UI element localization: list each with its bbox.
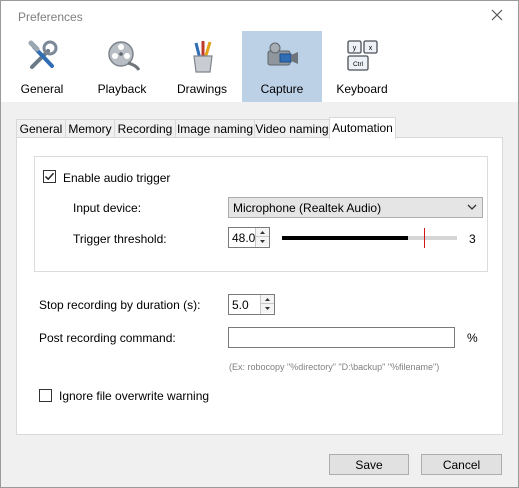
ignore-overwrite-label: Ignore file overwrite warning xyxy=(59,389,210,403)
stop-duration-label: Stop recording by duration (s): xyxy=(39,298,201,312)
film-reel-icon xyxy=(108,41,140,71)
spinner-buttons xyxy=(260,295,274,314)
stop-duration-value: 5.0 xyxy=(232,298,249,312)
audio-level-meter[interactable] xyxy=(282,228,457,248)
input-device-label: Input device: xyxy=(73,201,142,215)
toolbar-item-label: Keyboard xyxy=(336,82,388,96)
save-button[interactable]: Save xyxy=(329,454,409,475)
ignore-overwrite-checkbox[interactable] xyxy=(39,389,52,402)
audio-level-value: 3 xyxy=(469,232,476,246)
input-device-select[interactable]: Microphone (Realtek Audio) xyxy=(228,197,483,218)
pencil-cup-icon xyxy=(193,41,213,73)
toolbar-item-label: General xyxy=(20,82,64,96)
cancel-button[interactable]: Cancel xyxy=(421,454,502,475)
triangle-down-icon xyxy=(260,240,265,243)
toolbar-item-label: Playback xyxy=(97,82,147,96)
toolbar-item-playback[interactable]: Playback xyxy=(82,31,162,102)
spinner-buttons xyxy=(255,228,269,247)
automation-panel: Enable audio trigger Input device: Micro… xyxy=(16,137,503,435)
toolbar-item-general[interactable]: General xyxy=(2,31,82,102)
triangle-down-icon xyxy=(265,307,270,310)
stop-duration-spinner[interactable]: 5.0 xyxy=(228,294,275,315)
spin-up-button[interactable] xyxy=(256,228,269,237)
window-title: Preferences xyxy=(18,10,83,24)
tab-memory[interactable]: Memory xyxy=(65,119,115,138)
trigger-threshold-label: Trigger threshold: xyxy=(73,232,167,246)
close-button[interactable] xyxy=(478,1,518,31)
tools-icon xyxy=(28,40,58,69)
post-command-hint: (Ex: robocopy "%directory" "D:\backup" "… xyxy=(229,362,440,372)
tab-automation[interactable]: Automation xyxy=(329,117,396,139)
tab-image-naming[interactable]: Image naming xyxy=(175,119,255,138)
trigger-threshold-value: 48.0 xyxy=(232,231,256,245)
triangle-up-icon xyxy=(265,298,270,301)
threshold-marker[interactable] xyxy=(423,228,425,248)
preferences-window: Preferences General Playback Drawings Ca… xyxy=(0,0,519,488)
toolbar-item-label: Drawings xyxy=(176,82,227,96)
enable-audio-trigger-label: Enable audio trigger xyxy=(63,171,171,185)
tab-recording[interactable]: Recording xyxy=(114,119,176,138)
toolbar-item-keyboard[interactable]: y x Ctrl Keyboard xyxy=(322,31,402,102)
title-bar: Preferences xyxy=(1,1,518,31)
tab-general[interactable]: General xyxy=(16,119,66,138)
video-camera-icon xyxy=(267,42,298,66)
close-icon xyxy=(491,9,503,21)
toolbar-item-label: Capture xyxy=(260,82,304,96)
input-device-value: Microphone (Realtek Audio) xyxy=(233,201,382,215)
post-command-input[interactable] xyxy=(228,327,455,348)
triangle-up-icon xyxy=(260,231,265,234)
checkmark-icon xyxy=(44,172,55,181)
key-ctrl: Ctrl xyxy=(353,61,364,68)
audio-trigger-group: Enable audio trigger Input device: Micro… xyxy=(34,156,488,272)
spin-down-button[interactable] xyxy=(261,304,274,313)
toolbar-item-capture[interactable]: Capture xyxy=(242,31,322,102)
key-y: y xyxy=(353,45,357,52)
post-command-label: Post recording command: xyxy=(39,331,176,345)
spin-up-button[interactable] xyxy=(261,295,274,304)
enable-audio-trigger-checkbox[interactable] xyxy=(43,170,56,183)
category-toolbar: General Playback Drawings Capture y x Ct… xyxy=(1,31,518,102)
audio-level-fill xyxy=(282,236,408,240)
keyboard-keys-icon: y x Ctrl xyxy=(347,40,378,71)
key-x: x xyxy=(369,45,373,52)
trigger-threshold-spinner[interactable]: 48.0 xyxy=(228,227,270,248)
insert-variable-button[interactable]: % xyxy=(467,331,478,345)
tab-video-naming[interactable]: Video naming xyxy=(254,119,330,138)
spin-down-button[interactable] xyxy=(256,237,269,246)
chevron-down-icon xyxy=(467,204,477,210)
toolbar-item-drawings[interactable]: Drawings xyxy=(162,31,242,102)
